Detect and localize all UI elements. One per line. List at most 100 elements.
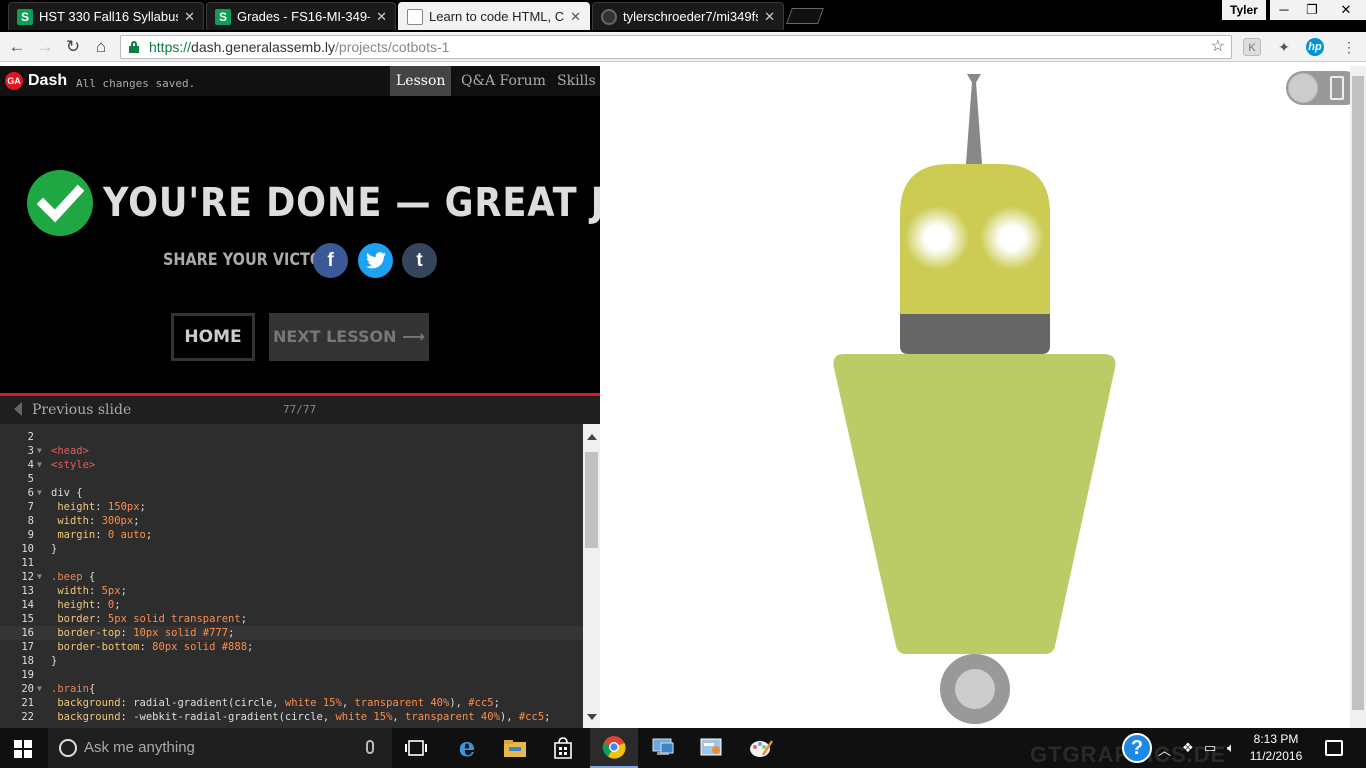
clock-date: 11/2/2016 — [1249, 749, 1303, 763]
line-number: 20 — [21, 683, 34, 695]
code-line[interactable]: 15 border: 5px solid transparent; — [0, 612, 583, 626]
windows-start-icon[interactable] — [14, 740, 32, 758]
control-panel-icon[interactable] — [688, 728, 736, 768]
code-line[interactable]: 11 — [0, 556, 583, 570]
code-token: ; — [228, 627, 235, 639]
code-line[interactable]: 2 — [0, 430, 583, 444]
task-view-icon[interactable] — [392, 728, 440, 768]
browser-tab-github[interactable]: tylerschroeder7/mi349fs ✕ — [592, 2, 784, 30]
code-line[interactable]: 16 border-top: 10px solid #777; — [0, 626, 583, 640]
browser-tab-syllabus[interactable]: S HST 330 Fall16 Syllabus - ✕ — [8, 2, 204, 30]
tumblr-share-button[interactable]: t — [402, 243, 437, 278]
home-icon[interactable]: ⌂ — [90, 36, 112, 58]
back-arrow-icon[interactable]: ← — [6, 36, 28, 58]
edge-browser-icon[interactable]: e — [443, 728, 491, 768]
fold-arrow-icon[interactable]: ▼ — [37, 682, 42, 696]
cortana-search-box[interactable]: Ask me anything — [48, 728, 392, 768]
code-line[interactable]: 19 — [0, 668, 583, 682]
fold-arrow-icon[interactable]: ▼ — [37, 486, 42, 500]
help-icon[interactable]: ? — [1122, 733, 1152, 763]
show-hidden-icons-chevron-icon[interactable]: ︿ — [1158, 740, 1171, 759]
code-line[interactable]: 14 height: 0; — [0, 598, 583, 612]
address-bar[interactable]: https://dash.generalassemb.ly/projects/c… — [120, 35, 1232, 59]
code-line[interactable]: 7 height: 150px; — [0, 500, 583, 514]
store-icon[interactable] — [539, 728, 587, 768]
ga-logo[interactable]: GA — [5, 72, 23, 90]
code-line[interactable]: 18} — [0, 654, 583, 668]
code-token: transparent — [405, 711, 475, 723]
close-tab-icon[interactable]: ✕ — [184, 9, 195, 25]
scroll-thumb[interactable] — [1352, 76, 1364, 710]
remote-desktop-icon[interactable] — [639, 728, 687, 768]
browser-tab-learn-to-code[interactable]: Learn to code HTML, CSS ✕ — [398, 2, 590, 30]
microphone-icon[interactable] — [366, 740, 374, 754]
editor-scrollbar[interactable] — [583, 424, 600, 728]
tab-title: HST 330 Fall16 Syllabus - — [39, 9, 179, 24]
code-line[interactable]: 13 width: 5px; — [0, 584, 583, 598]
page-icon — [407, 8, 423, 25]
bookmark-star-icon[interactable]: ☆ — [1211, 36, 1225, 58]
dropbox-icon[interactable]: ❖ — [1182, 740, 1194, 756]
chrome-icon[interactable] — [590, 728, 638, 768]
code-line[interactable]: 17 border-bottom: 80px solid #888; — [0, 640, 583, 654]
code-line[interactable]: 9 margin: 0 auto; — [0, 528, 583, 542]
code-token: width — [51, 585, 89, 597]
volume-icon[interactable]: 🔈︎ — [1227, 740, 1235, 756]
close-window-icon[interactable]: ✕ — [1326, 0, 1366, 20]
fold-arrow-icon[interactable]: ▼ — [37, 458, 42, 472]
previous-slide-button[interactable]: Previous slide — [14, 402, 131, 418]
scroll-down-icon[interactable] — [587, 714, 597, 720]
code-editor[interactable]: 2 3 ▼ <head> 4 ▼ <style> 5 6 ▼ div {7 height: 150p… — [0, 424, 600, 728]
code-text: border-top: 10px solid #777; — [51, 626, 234, 640]
home-button[interactable]: HOME — [171, 313, 255, 361]
twitter-share-button[interactable] — [358, 243, 393, 278]
sheets-icon: S — [17, 8, 33, 25]
paint-icon[interactable] — [737, 728, 785, 768]
profile-button[interactable]: Tyler — [1222, 0, 1266, 20]
scroll-thumb[interactable] — [585, 452, 598, 548]
new-tab-button[interactable] — [786, 8, 824, 24]
completion-heading: YOU'RE DONE — GREAT JOB! — [103, 180, 681, 226]
tab-skills[interactable]: Skills — [551, 66, 602, 96]
close-tab-icon[interactable]: ✕ — [570, 9, 581, 25]
robot-body — [833, 354, 1116, 654]
close-tab-icon[interactable]: ✕ — [764, 9, 775, 25]
extension-tools-icon[interactable]: ✦ — [1275, 38, 1293, 56]
code-line[interactable]: 5 — [0, 472, 583, 486]
fold-arrow-icon[interactable]: ▼ — [37, 444, 42, 458]
hp-extension-icon[interactable]: hp — [1306, 38, 1324, 56]
twitter-bird-icon — [365, 252, 386, 269]
reload-icon[interactable]: ↻ — [62, 36, 84, 58]
extension-k-icon[interactable]: K — [1243, 38, 1261, 56]
file-explorer-icon[interactable] — [491, 728, 539, 768]
code-line[interactable]: 10} — [0, 542, 583, 556]
code-token: ; — [114, 599, 121, 611]
code-line[interactable]: 3 ▼ <head> — [0, 444, 583, 458]
code-line[interactable]: 22 background: -webkit-radial-gradient(c… — [0, 710, 583, 724]
system-clock[interactable]: 8:13 PM 11/2/2016 — [1244, 731, 1308, 765]
browser-tab-grades[interactable]: S Grades - FS16-MI-349-74 ✕ — [206, 2, 396, 30]
code-line[interactable]: 20 ▼ .brain{ — [0, 682, 583, 696]
code-line[interactable]: 8 width: 300px; — [0, 514, 583, 528]
battery-icon[interactable]: ▭ — [1204, 740, 1216, 756]
tab-qa-forum[interactable]: Q&A Forum — [455, 66, 552, 96]
menu-kebab-icon[interactable]: ⋮ — [1340, 38, 1358, 56]
facebook-share-button[interactable]: f — [313, 243, 348, 278]
scroll-up-icon[interactable] — [587, 434, 597, 440]
code-line[interactable]: 21 background: radial-gradient(circle, w… — [0, 696, 583, 710]
app-title[interactable]: Dash — [28, 72, 67, 90]
tab-lesson[interactable]: Lesson — [390, 66, 452, 96]
restore-icon[interactable]: ❐ — [1298, 0, 1326, 20]
minimize-icon[interactable]: ─ — [1270, 0, 1298, 20]
code-token: border-top — [51, 627, 121, 639]
code-token: 300px — [101, 515, 134, 527]
code-line[interactable]: 4 ▼ <style> — [0, 458, 583, 472]
preview-scrollbar[interactable] — [1350, 66, 1366, 728]
fold-arrow-icon[interactable]: ▼ — [37, 570, 42, 584]
code-line[interactable]: 6 ▼ div { — [0, 486, 583, 500]
next-lesson-button[interactable]: NEXT LESSON ⟶ — [269, 313, 429, 361]
close-tab-icon[interactable]: ✕ — [376, 9, 387, 25]
code-line[interactable]: 12 ▼ .beep { — [0, 570, 583, 584]
forward-arrow-icon[interactable]: → — [34, 36, 56, 58]
action-center-icon[interactable] — [1325, 740, 1343, 756]
